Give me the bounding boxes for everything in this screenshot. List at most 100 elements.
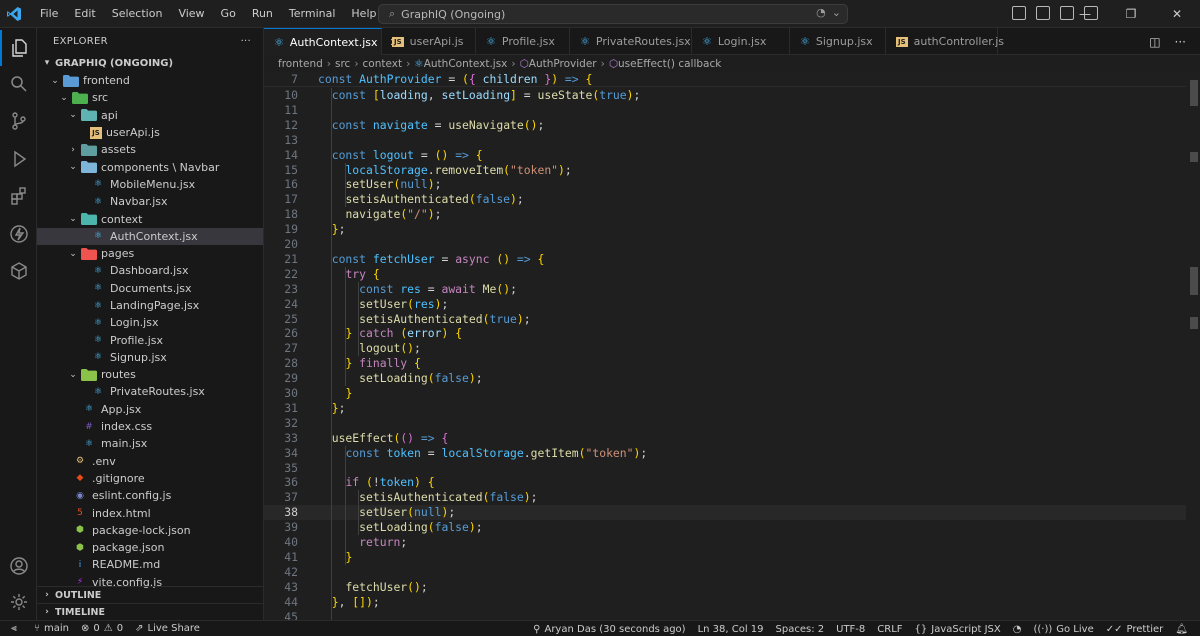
search-icon[interactable] (0, 66, 37, 102)
file-item[interactable]: JS userApi.js (37, 124, 263, 141)
extensions-icon[interactable] (0, 178, 37, 214)
source-control-icon[interactable] (0, 103, 37, 139)
code-line[interactable]: 12 const navigate = useNavigate(); (264, 118, 1186, 133)
menu-item-selection[interactable]: Selection (104, 0, 171, 28)
editor-scrollbar[interactable] (1188, 72, 1198, 620)
file-item[interactable]: ◉ eslint.config.js (37, 487, 263, 504)
tab-login-jsx[interactable]: ⚛ Login.jsx (692, 28, 790, 55)
minimize-icon[interactable]: — (1062, 0, 1108, 28)
code-line[interactable]: 32 (264, 416, 1186, 431)
file-item[interactable]: ⬢ package.json (37, 539, 263, 556)
code-line[interactable]: 26 } catch (error) { (264, 326, 1186, 341)
menu-item-file[interactable]: File (32, 0, 66, 28)
code-line[interactable]: 20 (264, 237, 1186, 252)
code-line[interactable]: 24 setUser(res); (264, 297, 1186, 312)
folder-item[interactable]: ⌄ frontend (37, 72, 263, 89)
command-center[interactable]: ⌕ GraphIQ (Ongoing) ◔ ⌄ (378, 4, 848, 24)
code-line[interactable]: 31 }; (264, 401, 1186, 416)
file-item[interactable]: ⚙ .env (37, 453, 263, 470)
file-item[interactable]: ⚛ PrivateRoutes.jsx (37, 383, 263, 400)
code-line[interactable]: 15 localStorage.removeItem("token"); (264, 163, 1186, 178)
code-line[interactable]: 42 (264, 565, 1186, 580)
folder-item[interactable]: ⌄ api (37, 107, 263, 124)
settings-gear-icon[interactable] (0, 584, 37, 620)
notifications-bell-icon[interactable]: 🔔︎ (1169, 624, 1194, 635)
code-line[interactable]: 17 setisAuthenticated(false); (264, 192, 1186, 207)
code-line[interactable]: 35 (264, 461, 1186, 476)
code-editor[interactable]: 7 const AuthProvider = ({ children }) => … (264, 72, 1200, 625)
code-line[interactable]: 29 setLoading(false); (264, 371, 1186, 386)
more-actions-icon[interactable]: ··· (1175, 35, 1186, 49)
tab-profile-jsx[interactable]: ⚛ Profile.jsx (476, 28, 570, 55)
code-line[interactable]: 16 setUser(null); (264, 177, 1186, 192)
file-item[interactable]: ⚛ AuthContext.jsx (37, 227, 263, 245)
file-item[interactable]: ⚛ MobileMenu.jsx (37, 176, 263, 193)
file-item[interactable]: # index.css (37, 418, 263, 435)
code-line[interactable]: 7 const AuthProvider = ({ children }) => … (264, 72, 1186, 87)
file-item[interactable]: ◆ .gitignore (37, 470, 263, 487)
eol-status[interactable]: CRLF (871, 624, 908, 635)
toggle-primary-sidebar-icon[interactable] (1012, 6, 1026, 20)
toggle-panel-icon[interactable] (1036, 6, 1050, 20)
code-line[interactable]: 37 setisAuthenticated(false); (264, 490, 1186, 505)
run-debug-icon[interactable] (0, 141, 37, 177)
code-line[interactable]: 39 setLoading(false); (264, 520, 1186, 535)
file-item[interactable]: ⬢ package-lock.json (37, 522, 263, 539)
chevron-down-icon[interactable]: ⌄ (832, 6, 841, 19)
code-line[interactable]: 41 } (264, 550, 1186, 565)
code-line[interactable]: 19 }; (264, 222, 1186, 237)
file-item[interactable]: ⚛ Dashboard.jsx (37, 262, 263, 279)
file-item[interactable]: 5 index.html (37, 504, 263, 521)
file-item[interactable]: ⚛ main.jsx (37, 435, 263, 452)
code-line[interactable]: 43 fetchUser(); (264, 580, 1186, 595)
code-line[interactable]: 18 navigate("/"); (264, 207, 1186, 222)
menu-item-terminal[interactable]: Terminal (281, 0, 344, 28)
folder-item[interactable]: ⌄ components \ Navbar (37, 158, 263, 175)
code-line[interactable]: 34 const token = localStorage.getItem("t… (264, 446, 1186, 461)
split-editor-icon[interactable]: ◫ (1149, 35, 1160, 49)
breadcrumb-item[interactable]: context (363, 58, 403, 70)
cursor-position-status[interactable]: Ln 38, Col 19 (692, 624, 770, 635)
code-line[interactable]: 36 if (!token) { (264, 475, 1186, 490)
file-item[interactable]: i README.md (37, 556, 263, 573)
problems-status[interactable]: ⊗ 0 ⚠ 0 (75, 623, 129, 634)
breadcrumb-item[interactable]: AuthProvider (529, 58, 597, 70)
indentation-status[interactable]: Spaces: 2 (770, 624, 831, 635)
code-line[interactable]: 14 const logout = () => { (264, 148, 1186, 163)
menu-item-view[interactable]: View (170, 0, 212, 28)
code-line[interactable]: 44 }, []); (264, 595, 1186, 610)
live-share-status[interactable]: ⇗ Live Share (129, 623, 206, 634)
folder-item[interactable]: ⌄ src (37, 89, 263, 106)
code-line[interactable]: 30 } (264, 386, 1186, 401)
code-line[interactable]: 33 useEffect(() => { (264, 431, 1186, 446)
prettier-status[interactable]: ✓✓ Prettier (1100, 624, 1170, 635)
breadcrumb-item[interactable]: frontend (278, 58, 323, 70)
code-line[interactable]: 27 logout(); (264, 341, 1186, 356)
code-line[interactable]: 25 setisAuthenticated(true); (264, 312, 1186, 327)
folder-item[interactable]: ⌄ context (37, 210, 263, 227)
menu-item-run[interactable]: Run (244, 0, 281, 28)
cube-icon[interactable] (0, 253, 37, 289)
language-status[interactable]: {} JavaScript JSX (909, 624, 1007, 635)
remote-indicator-icon[interactable]: ⫷ (0, 621, 28, 636)
code-line[interactable]: 28 } finally { (264, 356, 1186, 371)
restore-icon[interactable]: ❐ (1108, 0, 1154, 28)
folder-item[interactable]: › assets (37, 141, 263, 158)
code-line[interactable]: 21 const fetchUser = async () => { (264, 252, 1186, 267)
copilot-icon[interactable]: ◔ (816, 6, 826, 19)
file-item[interactable]: ⚛ App.jsx (37, 401, 263, 418)
go-live-status[interactable]: ((·)) Go Live (1027, 624, 1099, 635)
menu-item-go[interactable]: Go (213, 0, 244, 28)
menu-item-edit[interactable]: Edit (66, 0, 103, 28)
close-icon[interactable]: ✕ (1154, 0, 1200, 28)
code-line[interactable]: 23 const res = await Me(); (264, 282, 1186, 297)
explorer-icon[interactable] (0, 30, 37, 66)
tab-privateroutes-jsx[interactable]: ⚛ PrivateRoutes.jsx (570, 28, 692, 55)
code-line[interactable]: 40 return; (264, 535, 1186, 550)
file-item[interactable]: ⚛ Navbar.jsx (37, 193, 263, 210)
file-item[interactable]: ⚛ LandingPage.jsx (37, 297, 263, 314)
outline-section[interactable]: › OUTLINE (37, 586, 264, 603)
git-blame-status[interactable]: ⚲ Aryan Das (30 seconds ago) (527, 624, 691, 635)
encoding-status[interactable]: UTF-8 (830, 624, 871, 635)
breadcrumb-item[interactable]: useEffect() callback (618, 58, 721, 70)
